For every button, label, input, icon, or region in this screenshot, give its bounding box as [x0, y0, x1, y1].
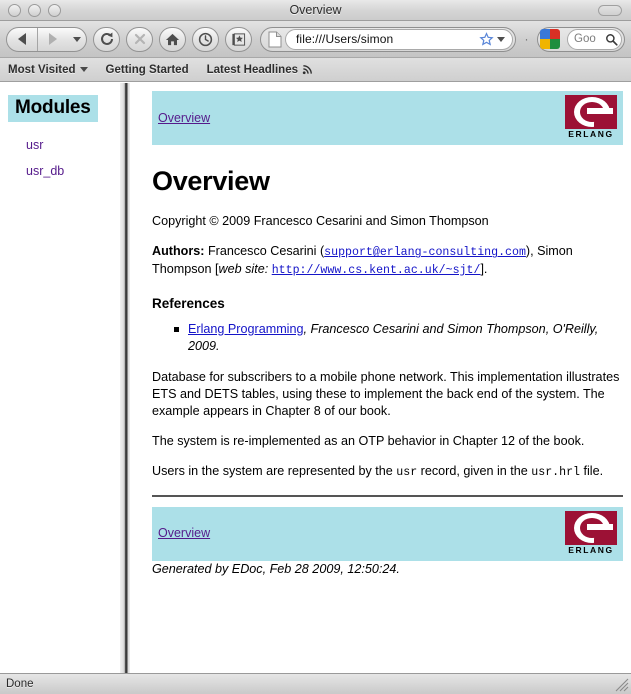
bookmark-label: Most Visited	[8, 63, 76, 76]
references-list: Erlang Programming, Francesco Cesarini a…	[152, 321, 623, 355]
generated-by-text: Generated by EDoc, Feb 28 2009, 12:50:24…	[152, 561, 400, 576]
usr-record-paragraph: Users in the system are represented by t…	[152, 463, 623, 481]
stop-button[interactable]	[126, 26, 153, 52]
bookmarks-toolbar: Most Visited Getting Started Latest Head…	[0, 58, 631, 82]
header-overview-link[interactable]: Overview	[158, 110, 210, 127]
chevron-down-icon	[73, 36, 81, 42]
usr-code: usr	[396, 465, 418, 479]
page-icon	[264, 29, 285, 50]
history-dropdown-button[interactable]	[68, 28, 86, 51]
history-button[interactable]	[192, 26, 219, 52]
reload-button[interactable]	[93, 26, 120, 52]
copyright-text: Copyright © 2009 Francesco Cesarini and …	[152, 214, 489, 229]
erlang-e-icon	[565, 95, 617, 129]
bookmark-star-outline-icon[interactable]	[479, 31, 494, 47]
erlang-logo: ERLANG	[565, 95, 617, 141]
web-site-label: web site:	[218, 262, 269, 277]
toolbar-toggle-button[interactable]	[598, 5, 622, 16]
window-title: Overview	[289, 3, 342, 17]
sidebar-item-usr[interactable]: usr	[26, 138, 43, 152]
header-banner: Overview ERLANG	[152, 91, 623, 145]
clock-icon	[198, 32, 213, 46]
footer-banner: Overview ERLANG	[152, 506, 623, 561]
usr-hrl-code: usr.hrl	[531, 465, 580, 479]
page-content: Modules usr usr_db Overview ERLANG Overv…	[0, 82, 631, 673]
forward-button[interactable]	[38, 28, 68, 51]
search-text: Goo	[574, 33, 596, 45]
usr-text-middle: record, given in the	[417, 463, 532, 478]
rss-feed-icon	[302, 65, 312, 75]
erlang-wordmark: ERLANG	[568, 129, 614, 139]
toolbar-separator: ·	[524, 32, 529, 46]
authors-label: Authors:	[152, 244, 205, 259]
references-heading: References	[152, 295, 225, 311]
back-arrow-icon	[18, 33, 26, 45]
status-text: Done	[6, 678, 34, 690]
chevron-down-icon	[79, 67, 88, 72]
authors-text-end: ].	[480, 262, 488, 277]
list-item: usr_db	[0, 162, 120, 180]
erlang-logo: ERLANG	[565, 510, 617, 557]
resize-grip[interactable]	[615, 678, 629, 692]
page-title: Overview	[152, 166, 270, 196]
search-bar[interactable]: Goo	[537, 26, 625, 52]
navigation-toolbar: file:///Users/simon · Goo	[0, 21, 631, 58]
reference-link-erlang-programming[interactable]: Erlang Programming	[188, 322, 304, 336]
reload-icon	[100, 32, 113, 45]
home-icon	[165, 33, 180, 45]
back-forward-group	[6, 26, 87, 52]
status-bar: Done	[0, 673, 631, 694]
bookmark-most-visited[interactable]: Most Visited	[8, 64, 88, 76]
url-input[interactable]: file:///Users/simon	[285, 28, 513, 50]
document-icon	[268, 31, 281, 47]
browser-window: Overview file:///Users/simon · Goo Most …	[0, 0, 631, 694]
usr-text-before: Users in the system are represented by t…	[152, 463, 397, 478]
author-website-link[interactable]: http://www.cs.kent.ac.uk/~sjt/	[272, 264, 481, 277]
document-frame: Overview ERLANG Overview Copyright © 200…	[130, 83, 631, 673]
back-button[interactable]	[7, 28, 37, 51]
horizontal-rule	[152, 494, 623, 497]
description-paragraph-2: The system is re-implemented as an OTP b…	[152, 433, 585, 448]
title-bar: Overview	[0, 0, 631, 21]
modules-heading: Modules	[8, 95, 98, 122]
bookmarks-button[interactable]	[225, 26, 252, 52]
bookmark-getting-started[interactable]: Getting Started	[106, 64, 189, 76]
bookmark-star-icon	[232, 32, 246, 46]
forward-arrow-icon	[49, 33, 57, 45]
frame-divider[interactable]	[120, 83, 130, 673]
modules-list: usr usr_db	[0, 136, 120, 180]
authors-text-before: Francesco Cesarini (	[204, 244, 325, 259]
home-button[interactable]	[159, 26, 186, 52]
search-icon[interactable]	[605, 33, 618, 46]
usr-text-after: file.	[579, 463, 604, 478]
list-item: usr	[0, 136, 120, 154]
author-email-link[interactable]: support@erlang-consulting.com	[324, 246, 526, 259]
bookmark-label: Latest Headlines	[206, 63, 298, 76]
search-input[interactable]: Goo	[567, 28, 622, 50]
authors-paragraph: Authors: Francesco Cesarini (support@erl…	[152, 243, 623, 278]
bookmark-label: Getting Started	[105, 63, 189, 76]
url-dropdown-icon[interactable]	[497, 36, 505, 42]
bookmark-latest-headlines[interactable]: Latest Headlines	[207, 64, 313, 76]
description-paragraph-1: Database for subscribers to a mobile pho…	[152, 369, 620, 418]
close-icon	[134, 33, 145, 45]
sidebar-item-usr-db[interactable]: usr_db	[26, 164, 64, 178]
erlang-wordmark: ERLANG	[568, 544, 614, 555]
google-logo-icon[interactable]	[540, 29, 560, 49]
list-item: Erlang Programming, Francesco Cesarini a…	[174, 321, 623, 355]
address-bar[interactable]: file:///Users/simon	[260, 26, 516, 52]
modules-sidebar-frame: Modules usr usr_db	[0, 83, 120, 673]
url-text: file:///Users/simon	[296, 32, 394, 46]
footer-overview-link[interactable]: Overview	[158, 525, 210, 542]
erlang-e-icon	[565, 510, 617, 545]
